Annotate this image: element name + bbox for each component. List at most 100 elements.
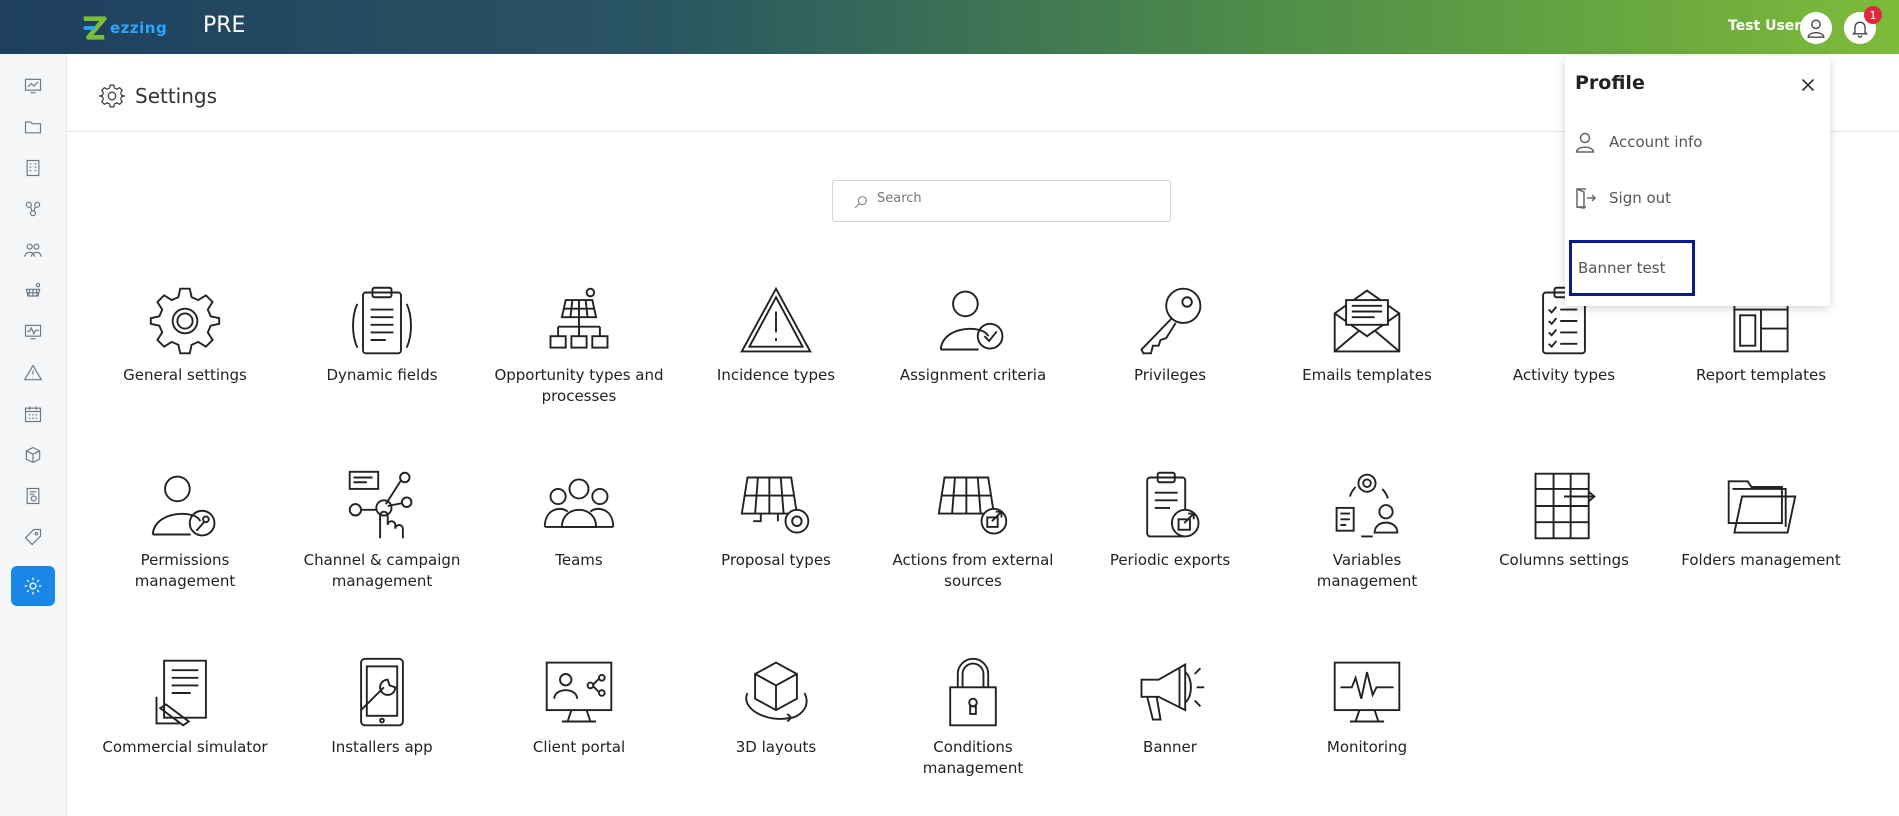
tile-label: Client portal — [532, 738, 626, 756]
tile-channel-campaign[interactable]: Channel & campaign management — [297, 468, 467, 592]
sidebar-item-incidences[interactable] — [11, 353, 55, 393]
tile-label: Columns settings — [1499, 551, 1629, 569]
user-avatar-button[interactable] — [1800, 12, 1832, 44]
monitor-share-icon — [545, 661, 613, 723]
warning-triangle-icon — [740, 286, 812, 353]
sidebar-item-monitoring[interactable] — [11, 312, 55, 352]
sign-out-label: Sign out — [1609, 189, 1672, 207]
document-pencil-icon — [155, 659, 207, 727]
profile-title: Profile — [1575, 72, 1645, 94]
cube-icon — [25, 446, 41, 464]
tile-incidence-types[interactable]: Incidence types — [691, 283, 861, 386]
sidebar-item-billing[interactable] — [11, 476, 55, 516]
tile-monitoring[interactable]: Monitoring — [1282, 655, 1452, 758]
account-info-item[interactable]: Account info — [1573, 130, 1702, 154]
tile-label: General settings — [123, 366, 247, 384]
tile-label: Assignment criteria — [899, 366, 1047, 384]
sidebar-item-tags[interactable] — [11, 517, 55, 557]
tile-label: Channel & campaign management — [303, 551, 461, 590]
solar-panel-icon — [25, 282, 41, 297]
tile-label: Incidence types — [716, 366, 836, 384]
user-name[interactable]: Test User — [1728, 18, 1801, 34]
people-network-icon — [25, 201, 41, 217]
sidebar — [0, 54, 67, 816]
tile-label: Teams — [555, 551, 603, 569]
tile-label: Banner — [1143, 738, 1197, 756]
variables-cycle-icon — [1335, 473, 1399, 538]
tablet-wrench-icon — [360, 657, 404, 727]
tile-client-portal[interactable]: Client portal — [494, 655, 664, 758]
search-input[interactable] — [877, 191, 1157, 206]
monitor-pulse-icon — [1333, 661, 1401, 723]
banner-test-item[interactable]: Banner test — [1569, 240, 1695, 296]
tile-variables-management[interactable]: Variables management — [1282, 468, 1452, 592]
padlock-icon — [949, 657, 997, 727]
page-title: Settings — [135, 84, 218, 108]
sidebar-item-products[interactable] — [11, 435, 55, 475]
tile-label: Privileges — [1133, 366, 1207, 384]
tile-proposal-types[interactable]: Proposal types — [691, 468, 861, 571]
tile-commercial-simulator[interactable]: Commercial simulator — [100, 655, 270, 758]
solar-hierarchy-icon — [549, 287, 609, 349]
tile-label: Dynamic fields — [326, 366, 438, 384]
profile-panel: Profile Account info Sign out Banner tes… — [1565, 56, 1830, 306]
sidebar-item-solar[interactable] — [11, 271, 55, 311]
tile-label: Commercial simulator — [102, 738, 268, 756]
sidebar-item-dashboard[interactable] — [11, 66, 55, 106]
tile-general-settings[interactable]: General settings — [100, 283, 270, 386]
top-bar: ezzing PRE Test User 1 — [0, 0, 1899, 54]
tile-opportunity-types[interactable]: Opportunity types and processes — [494, 283, 664, 407]
tile-label: Folders management — [1681, 551, 1841, 569]
settings-icon — [24, 577, 42, 595]
gear-icon — [149, 287, 221, 355]
touch-network-icon — [348, 470, 413, 539]
tile-label: Report templates — [1695, 366, 1827, 384]
sidebar-item-folders[interactable] — [11, 107, 55, 147]
tile-label: Opportunity types and processes — [494, 366, 664, 405]
sidebar-item-calendar[interactable] — [11, 394, 55, 434]
folder-icon — [24, 121, 42, 134]
tile-label: Activity types — [1512, 366, 1616, 384]
tile-label: Variables management — [1316, 551, 1418, 590]
tile-installers-app[interactable]: Installers app — [297, 655, 467, 758]
tile-folders-management[interactable]: Folders management — [1676, 468, 1846, 571]
user-key-icon — [151, 475, 216, 537]
logo-icon — [83, 16, 107, 40]
tile-assignment-criteria[interactable]: Assignment criteria — [888, 283, 1058, 386]
sign-out-icon — [1576, 188, 1597, 209]
sidebar-item-users[interactable] — [11, 230, 55, 270]
tile-permissions-management[interactable]: Permissions management — [100, 468, 270, 592]
close-icon[interactable] — [1797, 74, 1819, 96]
sidebar-item-buildings[interactable] — [11, 148, 55, 188]
app-logo[interactable]: ezzing — [80, 14, 167, 42]
tile-privileges[interactable]: Privileges — [1085, 283, 1255, 386]
user-icon — [1575, 132, 1595, 153]
clipboard-export-icon — [1146, 471, 1200, 538]
sidebar-item-settings[interactable] — [11, 566, 55, 606]
tile-actions-external[interactable]: Actions from external sources — [888, 468, 1058, 592]
tile-label: Monitoring — [1326, 738, 1408, 756]
tag-icon — [24, 528, 42, 546]
columns-grid-icon — [1534, 472, 1596, 540]
tile-teams[interactable]: Teams — [494, 468, 664, 571]
settings-search[interactable] — [832, 180, 1171, 222]
tile-conditions-management[interactable]: Conditions management — [888, 655, 1058, 779]
search-icon — [854, 196, 867, 209]
warning-icon — [23, 364, 43, 381]
tile-3d-layouts[interactable]: 3D layouts — [691, 655, 861, 758]
tile-columns-settings[interactable]: Columns settings — [1479, 468, 1649, 571]
building-icon — [26, 159, 40, 177]
tile-periodic-exports[interactable]: Periodic exports — [1085, 468, 1255, 571]
user-icon — [1807, 19, 1825, 38]
tile-emails-templates[interactable]: Emails templates — [1282, 283, 1452, 386]
tile-dynamic-fields[interactable]: Dynamic fields — [297, 283, 467, 386]
solar-gear-icon — [740, 476, 810, 534]
tile-label: Actions from external sources — [892, 551, 1054, 590]
tile-banner[interactable]: Banner — [1085, 655, 1255, 758]
team-icon — [543, 478, 615, 528]
solar-external-icon — [937, 476, 1008, 535]
sidebar-item-network[interactable] — [11, 189, 55, 229]
sign-out-item[interactable]: Sign out — [1573, 186, 1671, 210]
tile-label: Emails templates — [1302, 366, 1432, 384]
key-icon — [1140, 287, 1202, 355]
